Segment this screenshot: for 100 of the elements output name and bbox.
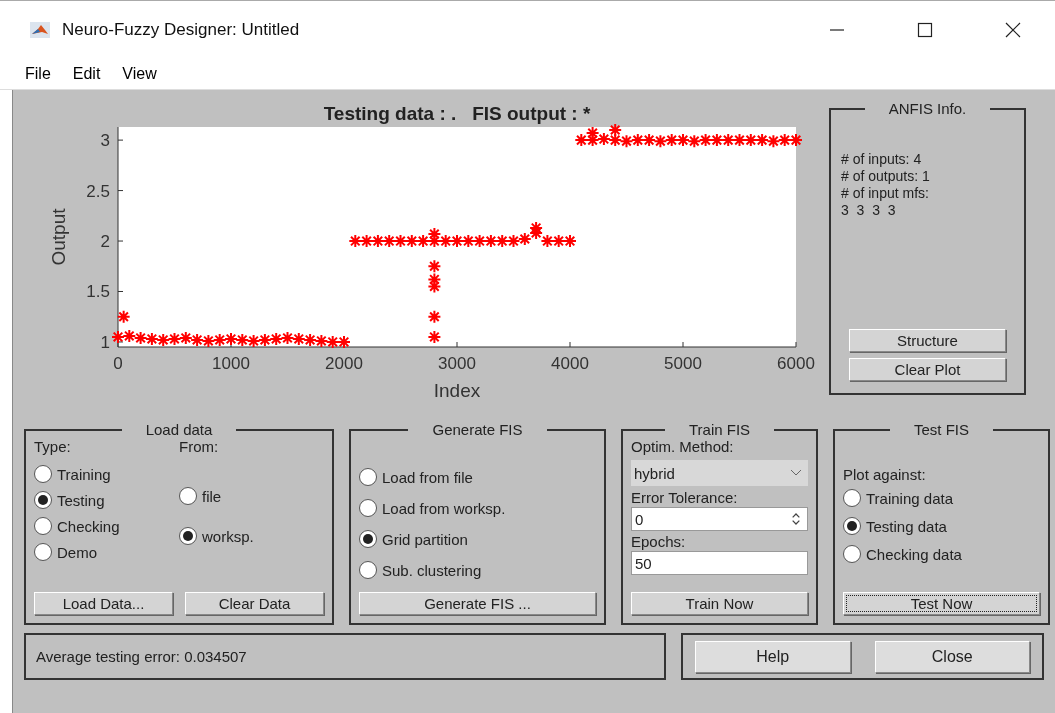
radio-option[interactable]: Grid partition xyxy=(359,530,596,548)
chart-title: Testing data : . FIS output : * xyxy=(323,103,591,124)
push-button[interactable]: Close xyxy=(874,640,1030,673)
data-point xyxy=(212,332,227,347)
tick-label: 1 xyxy=(100,332,110,352)
menu-item[interactable]: Edit xyxy=(72,65,101,83)
menu-item[interactable]: File xyxy=(25,65,51,83)
data-point xyxy=(574,133,589,148)
data-point xyxy=(495,234,510,249)
radio-option[interactable]: Load from worksp. xyxy=(359,499,596,517)
data-point xyxy=(676,133,690,148)
tick-label: 1.5 xyxy=(86,282,110,302)
data-point xyxy=(224,331,238,346)
data-point xyxy=(438,234,453,249)
group-label: Plot against: xyxy=(843,466,927,483)
field-label: Error Tolerance: xyxy=(631,489,739,507)
method-dropdown[interactable]: hybrid xyxy=(631,460,808,486)
tick-label: 3000 xyxy=(438,354,476,373)
radio-option[interactable]: Sub. clustering xyxy=(359,561,596,579)
data-point xyxy=(133,330,148,345)
data-point xyxy=(359,234,374,249)
data-point xyxy=(483,234,498,249)
data-point xyxy=(348,234,363,249)
radio-option[interactable]: Checking xyxy=(34,517,179,535)
app-icon xyxy=(30,22,50,38)
data-point xyxy=(551,234,566,249)
data-point xyxy=(698,133,713,148)
data-point xyxy=(653,134,668,149)
data-point xyxy=(156,332,171,347)
tick-label: 4000 xyxy=(551,354,589,373)
data-point xyxy=(608,133,623,148)
radio-option[interactable]: Testing xyxy=(34,491,179,509)
data-point xyxy=(472,234,487,249)
data-point xyxy=(427,272,442,287)
data-point xyxy=(257,332,272,347)
data-point xyxy=(529,220,544,235)
data-point xyxy=(789,133,803,148)
data-point xyxy=(563,234,577,249)
data-point xyxy=(190,332,205,347)
tick-label: 2000 xyxy=(325,354,363,373)
window-title: Neuro-Fuzzy Designer: Untitled xyxy=(62,20,300,40)
data-point xyxy=(246,333,261,348)
close-icon[interactable] xyxy=(1005,22,1021,38)
field-label: Optim. Method: xyxy=(631,438,735,456)
push-button[interactable]: Structure xyxy=(849,329,1006,352)
maximize-icon[interactable] xyxy=(917,22,933,38)
data-point xyxy=(167,331,182,346)
radio-option[interactable]: Testing data xyxy=(843,517,1040,535)
axis-label: Output xyxy=(48,208,69,266)
input-field[interactable]: 50 xyxy=(631,551,808,575)
status-text: Average testing error: 0.034507 xyxy=(36,648,247,665)
data-point xyxy=(370,234,385,249)
data-point xyxy=(687,134,702,149)
data-point xyxy=(619,134,634,149)
tick-label: 1000 xyxy=(212,354,250,373)
tick-label: 0 xyxy=(113,354,123,373)
data-point xyxy=(709,133,724,148)
radio-option[interactable]: worksp. xyxy=(179,527,324,545)
push-button[interactable]: Generate FIS ... xyxy=(359,592,596,615)
data-point xyxy=(337,334,351,349)
data-point xyxy=(642,133,657,148)
field-label: Epochs: xyxy=(631,533,687,551)
radio-option[interactable]: Load from file xyxy=(359,468,596,486)
data-point xyxy=(596,132,611,147)
tick-label: 3 xyxy=(100,131,110,151)
data-point xyxy=(144,331,159,346)
push-button[interactable]: Load Data... xyxy=(34,592,173,615)
radio-option[interactable]: Demo xyxy=(34,543,179,561)
data-point xyxy=(766,134,781,149)
radio-option[interactable]: Checking data xyxy=(843,545,1040,563)
panel-title: Load data xyxy=(144,421,214,438)
data-point xyxy=(416,234,431,249)
info-text: # of input mfs: xyxy=(841,185,930,202)
menu-item[interactable]: View xyxy=(122,65,157,83)
data-point xyxy=(303,332,318,347)
data-point xyxy=(585,126,600,141)
data-point xyxy=(393,234,408,249)
radio-option[interactable]: Training xyxy=(34,465,179,483)
data-point xyxy=(111,329,125,344)
tick-label: 2.5 xyxy=(86,181,110,201)
data-point xyxy=(404,234,419,249)
push-button[interactable]: Train Now xyxy=(631,592,808,615)
push-button[interactable]: Clear Data xyxy=(185,592,324,615)
data-point xyxy=(116,309,131,324)
radio-option[interactable]: file xyxy=(179,487,324,505)
data-point xyxy=(427,309,442,324)
radio-option[interactable]: Training data xyxy=(843,489,1040,507)
data-point xyxy=(382,234,397,249)
data-point xyxy=(506,234,521,249)
push-button[interactable]: Clear Plot xyxy=(849,358,1006,381)
data-point xyxy=(280,330,295,345)
data-point xyxy=(585,133,600,148)
data-point xyxy=(517,232,532,246)
data-point xyxy=(732,133,747,148)
push-button[interactable]: Help xyxy=(695,640,851,673)
panel-title: Train FIS xyxy=(687,421,752,438)
push-button[interactable]: Test Now xyxy=(843,592,1040,615)
data-point xyxy=(777,133,792,148)
data-point xyxy=(608,123,623,138)
input-field[interactable]: 0 xyxy=(631,507,808,531)
